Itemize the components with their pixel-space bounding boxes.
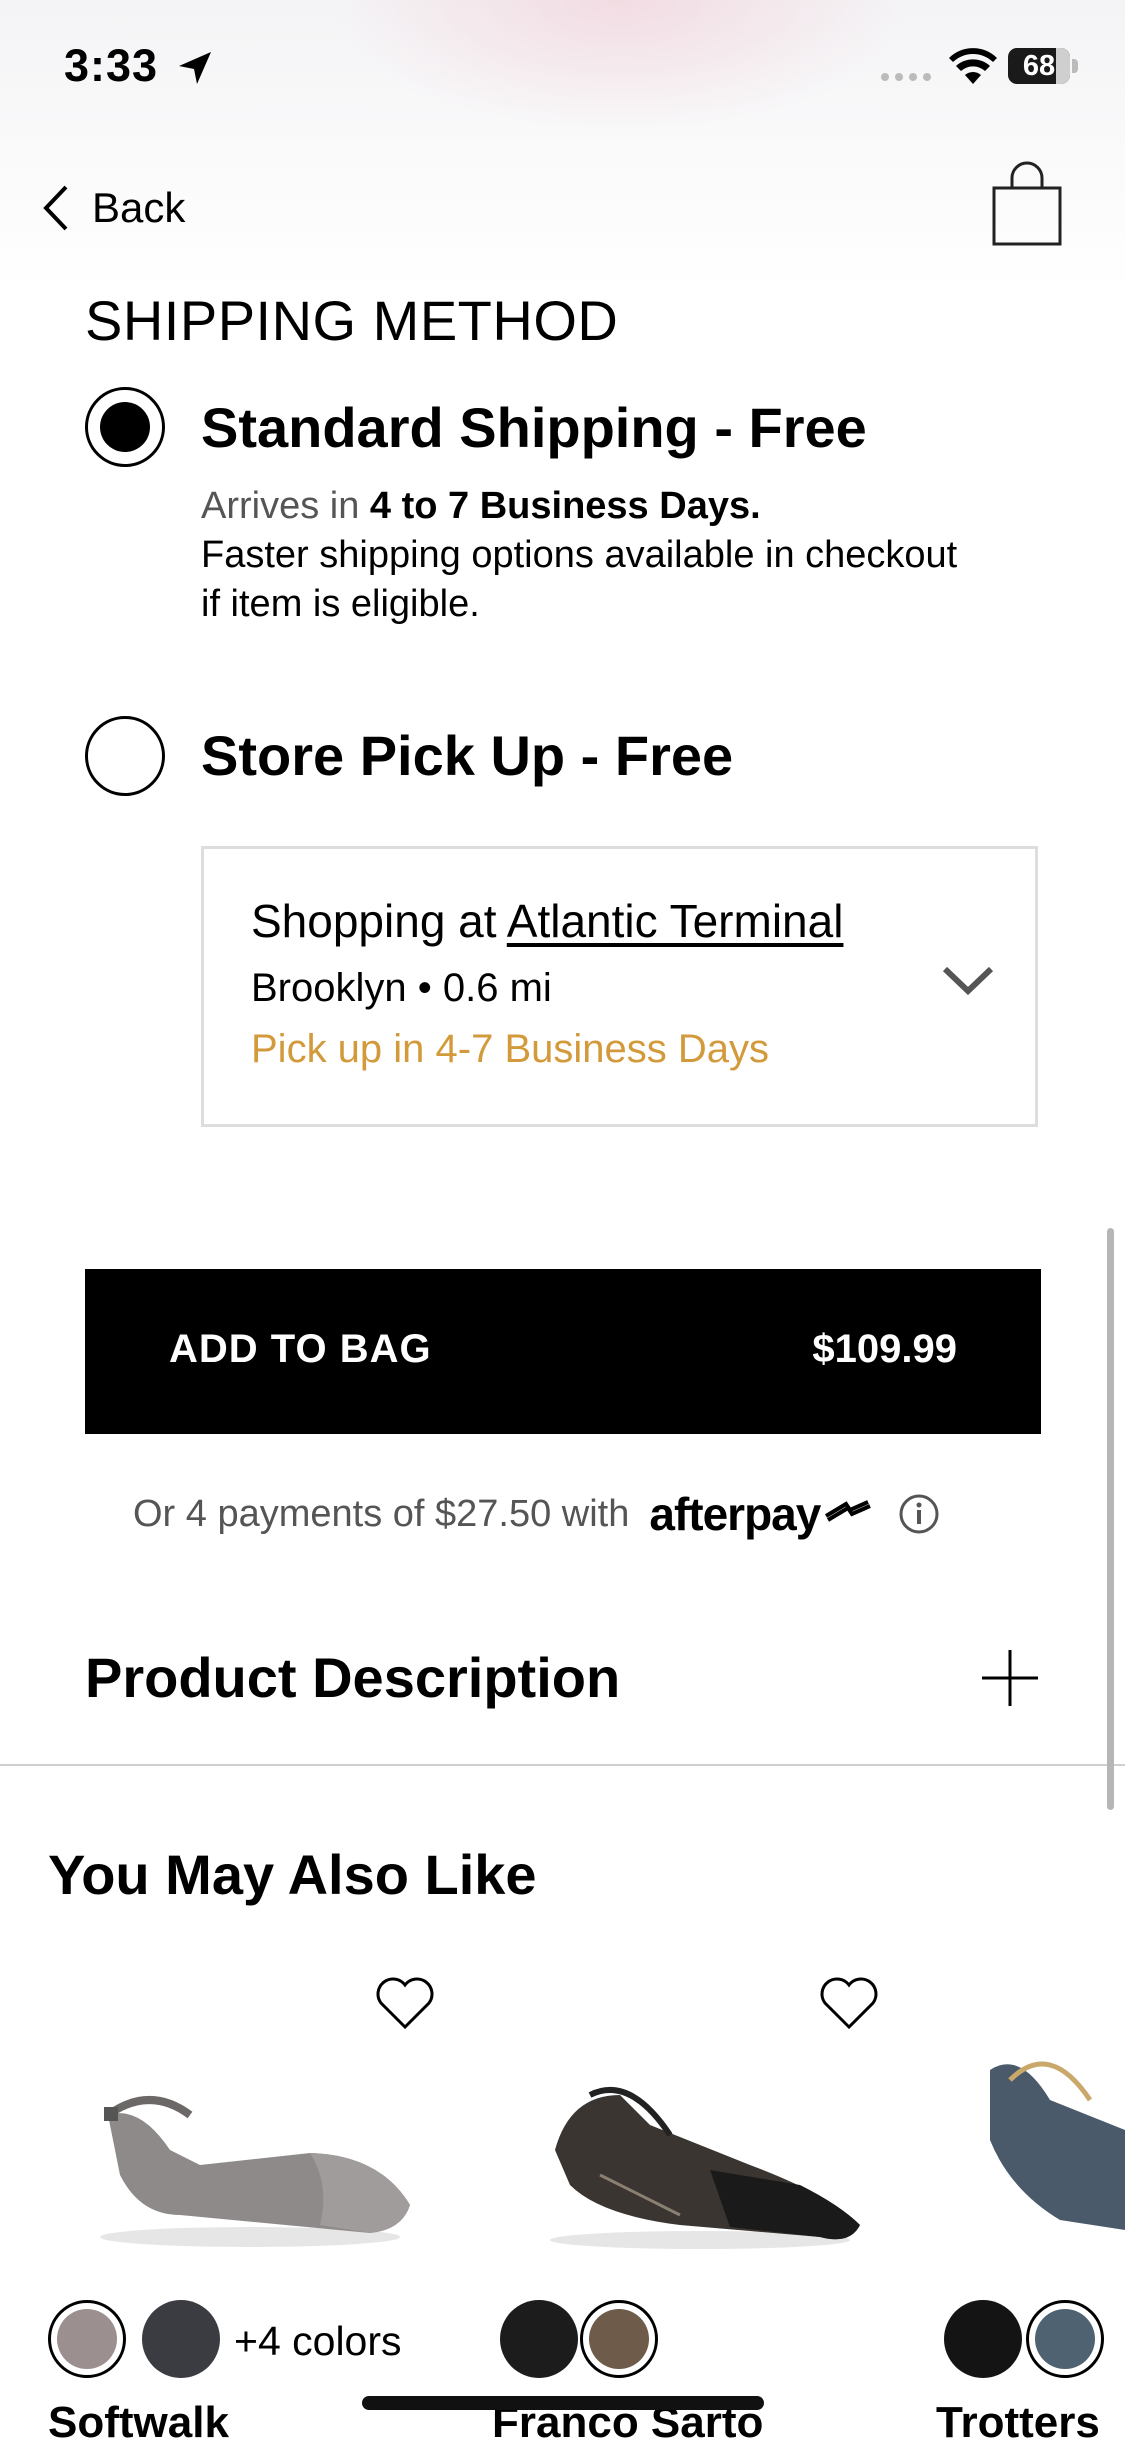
back-label: Back — [92, 184, 186, 231]
plus-icon[interactable] — [980, 1648, 1040, 1708]
add-to-bag-price: $109.99 — [812, 1327, 957, 1371]
afterpay-logo: afterpay — [649, 1488, 821, 1540]
afterpay-arrows-icon — [825, 1500, 872, 1522]
more-colors-label[interactable]: +4 colors — [234, 2318, 402, 2365]
shipping-method-title: SHIPPING METHOD — [85, 289, 619, 352]
add-to-bag-label: ADD TO BAG — [169, 1327, 432, 1371]
product-brand[interactable]: Trotters — [936, 2398, 1100, 2448]
heart-icon[interactable] — [818, 1975, 880, 2031]
status-bar-background — [0, 0, 1125, 290]
signal-icon — [881, 73, 931, 81]
battery-level: 68 — [1022, 50, 1056, 82]
afterpay-row: Or 4 payments of $27.50 with afterpay — [133, 1484, 940, 1544]
shipping-eta: Arrives in 4 to 7 Business Days. Faster … — [201, 482, 1081, 629]
arrives-prefix: Arrives in — [201, 485, 370, 527]
store-prefix: Shopping at — [251, 895, 507, 947]
location-arrow-icon — [179, 52, 211, 84]
color-swatch-selected[interactable] — [1026, 2300, 1104, 2378]
heart-icon[interactable] — [374, 1975, 436, 2031]
recommendations-title: You May Also Like — [48, 1843, 537, 1906]
add-to-bag-button[interactable]: ADD TO BAG $109.99 — [85, 1269, 1041, 1434]
radio-selected-dot — [100, 402, 150, 452]
battery-icon: 68 — [1008, 48, 1080, 86]
color-swatch-selected[interactable] — [48, 2300, 126, 2378]
standard-shipping-label[interactable]: Standard Shipping - Free — [201, 395, 867, 460]
arrives-days: 4 to 7 Business Days. — [369, 485, 761, 527]
product-image-softwalk[interactable] — [80, 2055, 420, 2255]
faster-note-line1: Faster shipping options available in che… — [201, 534, 958, 576]
wifi-icon — [949, 48, 997, 84]
chevron-down-icon[interactable] — [941, 961, 995, 1001]
store-pickup-radio[interactable] — [85, 716, 165, 796]
product-description-title[interactable]: Product Description — [85, 1645, 620, 1710]
color-swatch[interactable] — [142, 2300, 220, 2378]
scrollbar[interactable] — [1107, 1228, 1114, 1810]
product-brand[interactable]: Softwalk — [48, 2398, 229, 2448]
back-button[interactable]: Back — [40, 178, 185, 238]
store-name-link[interactable]: Atlantic Terminal — [507, 895, 844, 947]
color-swatch-selected[interactable] — [580, 2300, 658, 2378]
info-icon[interactable] — [898, 1493, 940, 1535]
store-location: Brooklyn • 0.6 mi — [251, 966, 552, 1010]
color-swatch[interactable] — [500, 2300, 578, 2378]
home-indicator[interactable] — [362, 2396, 764, 2410]
status-time: 3:33 — [64, 40, 159, 91]
store-pickup-label[interactable]: Store Pick Up - Free — [201, 723, 733, 788]
product-image-franco-sarto[interactable] — [530, 2055, 870, 2255]
chevron-left-icon — [43, 185, 68, 231]
faster-note-line2: if item is eligible. — [201, 583, 480, 625]
shopping-bag-icon[interactable] — [990, 160, 1064, 248]
store-name-line: Shopping at Atlantic Terminal — [251, 894, 843, 948]
standard-shipping-radio[interactable] — [85, 387, 165, 467]
divider — [0, 1764, 1125, 1766]
product-image-trotters[interactable] — [980, 2040, 1125, 2240]
store-pickup-eta: Pick up in 4-7 Business Days — [251, 1027, 770, 1071]
afterpay-text: Or 4 payments of $27.50 with — [133, 1492, 630, 1535]
store-selector[interactable]: Shopping at Atlantic Terminal Brooklyn •… — [201, 846, 1038, 1127]
color-swatch[interactable] — [944, 2300, 1022, 2378]
